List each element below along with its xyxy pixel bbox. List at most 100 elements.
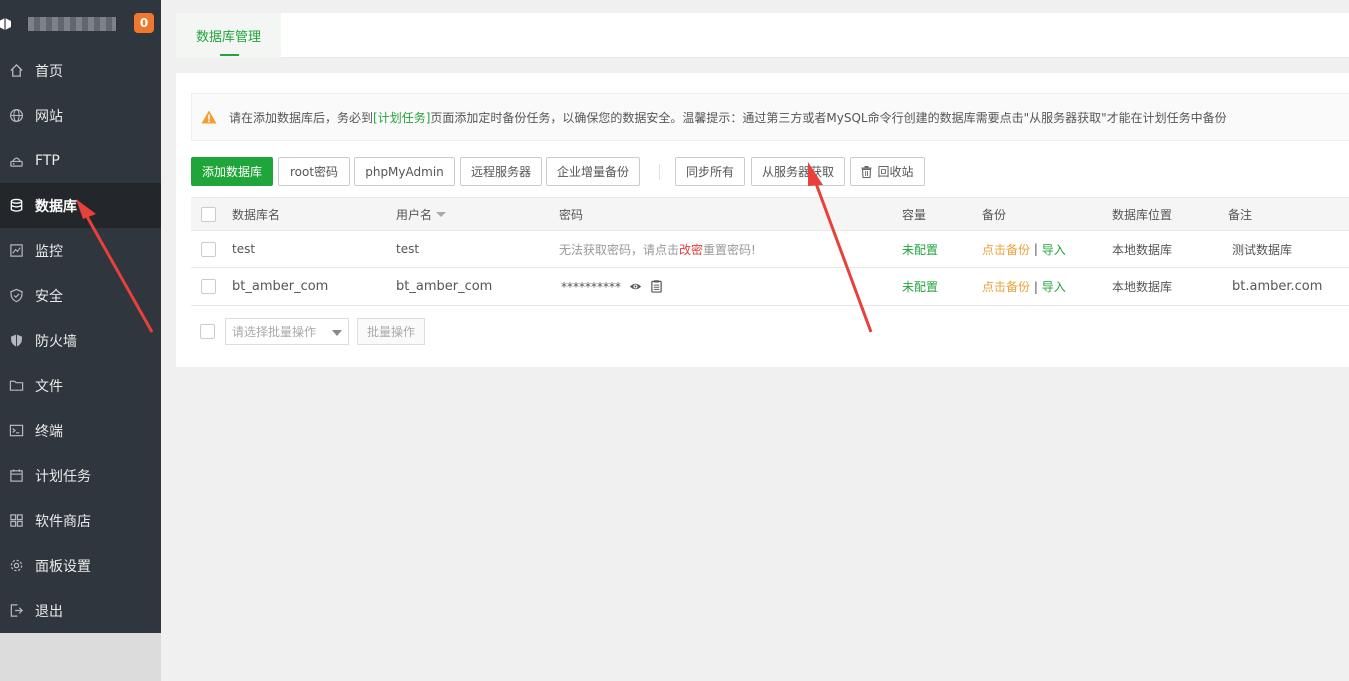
sidebar-item-shield[interactable]: 安全 — [0, 273, 161, 318]
toolbar-divider — [659, 164, 660, 180]
header-password: 密码 — [559, 207, 584, 222]
sort-down-icon — [436, 211, 447, 217]
header-backup: 备份 — [982, 207, 1007, 222]
table-row: test test 无法获取密码，请点击 改密 重置密码! 未配置 点击备份 | 导… — [191, 231, 1349, 268]
separator: | — [1033, 242, 1038, 256]
sidebar-item-monitor[interactable]: 监控 — [0, 228, 161, 273]
sidebar-item-firewall[interactable]: 防火墙 — [0, 318, 161, 363]
trash-icon — [861, 165, 872, 178]
batch-checkbox[interactable] — [200, 324, 215, 339]
remote-server-button[interactable]: 远程服务器 — [460, 157, 542, 186]
notice-suffix: 页面添加定时备份任务，以确保您的数据安全。温馨提示：通过第三方或者MySQL命令… — [430, 110, 1227, 125]
firewall-icon — [8, 333, 24, 349]
sidebar-item-label: 面板设置 — [35, 558, 91, 575]
tab-underline — [220, 54, 239, 56]
backup-link[interactable]: 点击备份 — [982, 241, 1030, 258]
phpmyadmin-button[interactable]: phpMyAdmin — [354, 157, 455, 186]
sidebar-header: 0 — [0, 0, 161, 48]
sidebar-item-label: 网站 — [35, 108, 63, 125]
calendar-icon — [8, 468, 24, 484]
globe-icon — [8, 108, 24, 124]
import-link[interactable]: 导入 — [1042, 278, 1066, 295]
cron-task-link[interactable]: [计划任务] — [373, 109, 430, 126]
terminal-icon — [8, 423, 24, 439]
sidebar-item-label: 数据库 — [35, 198, 77, 215]
table-row: bt_amber_com bt_amber_com ********** 未配置… — [191, 268, 1349, 306]
tab-database-management[interactable]: 数据库管理 — [176, 13, 281, 58]
sync-all-button[interactable]: 同步所有 — [675, 157, 745, 186]
capacity-link[interactable]: 未配置 — [902, 231, 938, 267]
monitor-icon — [8, 243, 24, 259]
home-icon — [8, 63, 24, 79]
db-remark[interactable]: 测试数据库 — [1232, 231, 1292, 267]
sidebar-item-logout[interactable]: 退出 — [0, 588, 161, 633]
tab-bar: 数据库管理 — [176, 13, 1349, 58]
change-password-link[interactable]: 改密 — [679, 241, 703, 258]
sidebar-item-label: 软件商店 — [35, 513, 91, 530]
logo-icon — [0, 18, 11, 30]
sidebar: 0 首页网站 FTP 数据库监控安全防火墙文件终端计划任务软件商店面板设置退出 — [0, 0, 161, 681]
warning-icon — [201, 110, 217, 124]
sidebar-item-label: 退出 — [35, 603, 63, 620]
sidebar-item-label: 防火墙 — [35, 333, 77, 350]
main-panel: 请在添加数据库后，务必到 [计划任务] 页面添加定时备份任务，以确保您的数据安全。温… — [176, 73, 1349, 367]
db-password: ********** — [561, 268, 663, 305]
sidebar-item-label: 安全 — [35, 288, 63, 305]
db-username: test — [396, 242, 420, 256]
sidebar-item-home[interactable]: 首页 — [0, 48, 161, 93]
ftp-icon — [8, 153, 24, 169]
sidebar-item-calendar[interactable]: 计划任务 — [0, 453, 161, 498]
sidebar-item-label: 监控 — [35, 243, 63, 260]
eye-icon[interactable] — [629, 280, 642, 293]
db-remark[interactable]: bt.amber.com — [1232, 268, 1322, 305]
sidebar-item-label: 首页 — [35, 63, 63, 80]
sidebar-item-gear[interactable]: 面板设置 — [0, 543, 161, 588]
add-database-button[interactable]: 添加数据库 — [191, 157, 273, 186]
shield-icon — [8, 288, 24, 304]
header-name: 数据库名 — [232, 207, 281, 222]
header-capacity: 容量 — [902, 207, 927, 222]
root-password-button[interactable]: root密码 — [278, 157, 350, 186]
row-checkbox[interactable] — [201, 279, 216, 294]
db-username: bt_amber_com — [396, 279, 493, 294]
notice-prefix: 请在添加数据库后，务必到 — [229, 110, 374, 125]
backup-link[interactable]: 点击备份 — [982, 278, 1030, 295]
notification-badge[interactable]: 0 — [134, 13, 154, 33]
recycle-bin-button[interactable]: 回收站 — [850, 157, 925, 186]
sidebar-item-label: 文件 — [35, 378, 63, 395]
tab-label: 数据库管理 — [195, 30, 261, 45]
table-header: 数据库名 用户名 密码 容量 备份 数据库位置 备注 — [191, 197, 1349, 231]
backup-cell: 点击备份 | 导入 — [982, 231, 1066, 267]
sidebar-item-label: FTP — [35, 152, 60, 169]
sidebar-item-database[interactable]: 数据库 — [0, 183, 161, 228]
db-location: 本地数据库 — [1112, 280, 1173, 294]
recycle-bin-label: 回收站 — [877, 165, 914, 179]
database-table: 数据库名 用户名 密码 容量 备份 数据库位置 备注 test test 无法获… — [191, 197, 1349, 306]
fetch-from-server-button[interactable]: 从服务器获取 — [751, 157, 845, 186]
password-unavailable-text: 无法获取密码，请点击 — [559, 242, 680, 257]
incremental-backup-button[interactable]: 企业增量备份 — [546, 157, 640, 186]
folder-icon — [8, 378, 24, 394]
sidebar-item-folder[interactable]: 文件 — [0, 363, 161, 408]
import-link[interactable]: 导入 — [1042, 241, 1066, 258]
sidebar-item-ftp[interactable]: FTP — [0, 138, 161, 183]
capacity-link[interactable]: 未配置 — [902, 268, 938, 305]
sidebar-item-label: 计划任务 — [35, 468, 91, 485]
header-username[interactable]: 用户名 — [396, 198, 447, 230]
header-remark: 备注 — [1228, 207, 1253, 222]
copy-icon[interactable] — [650, 280, 663, 293]
row-checkbox[interactable] — [201, 241, 216, 257]
separator: | — [1033, 279, 1038, 294]
chevron-down-icon — [332, 330, 342, 336]
password-reset-text: 重置密码! — [703, 242, 756, 257]
select-all-checkbox[interactable] — [201, 206, 216, 222]
notice-bar: 请在添加数据库后，务必到 [计划任务] 页面添加定时备份任务，以确保您的数据安全。温… — [191, 93, 1349, 141]
sidebar-item-terminal[interactable]: 终端 — [0, 408, 161, 453]
sidebar-item-globe[interactable]: 网站 — [0, 93, 161, 138]
batch-operation-button[interactable]: 批量操作 — [357, 318, 425, 345]
db-name: test — [232, 242, 256, 256]
batch-select[interactable]: 请选择批量操作 — [225, 318, 349, 345]
gear-icon — [8, 558, 24, 574]
apps-icon — [8, 513, 24, 529]
sidebar-item-apps[interactable]: 软件商店 — [0, 498, 161, 543]
